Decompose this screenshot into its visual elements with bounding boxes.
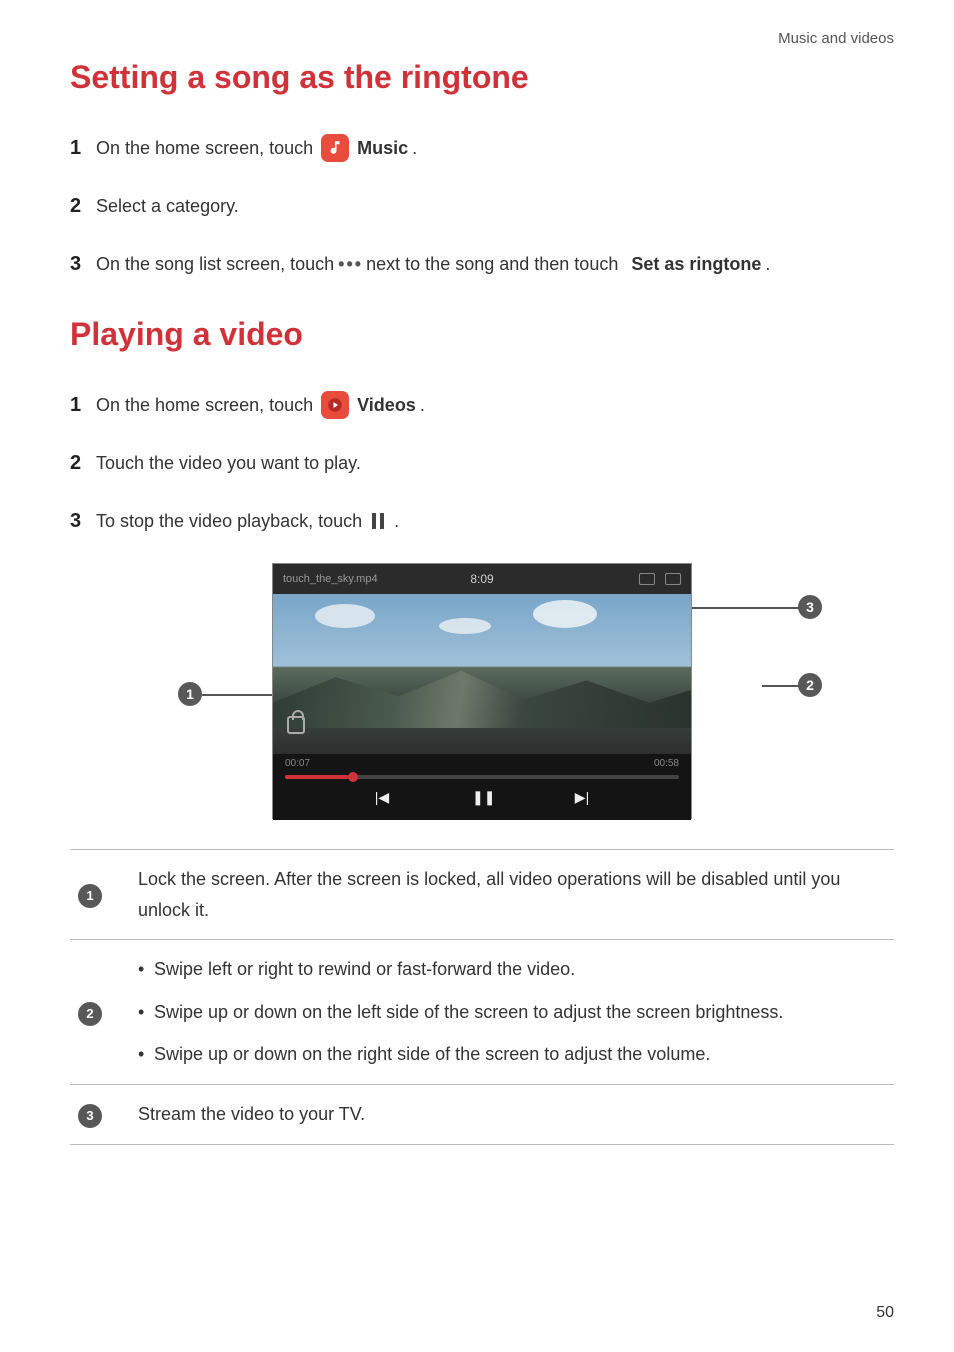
step-item: 1 On the home screen, touch Videos. bbox=[70, 389, 894, 421]
progress-thumb bbox=[348, 772, 358, 782]
step-text-bold: Videos bbox=[357, 391, 416, 420]
previous-icon: |◀ bbox=[372, 789, 392, 806]
bullet-item: Swipe up or down on the right side of th… bbox=[138, 1039, 886, 1070]
video-player-illustration: 1 2 3 touch_the_sky.mp4 8:09 00:07 00 bbox=[202, 563, 762, 819]
step-text-tail: . bbox=[765, 250, 770, 279]
row-badge-2: 2 bbox=[78, 1002, 102, 1026]
time-elapsed: 00:07 bbox=[285, 758, 310, 769]
bullet-item: Swipe up or down on the left side of the… bbox=[138, 997, 886, 1028]
callout-line bbox=[682, 607, 802, 609]
pause-icon bbox=[372, 513, 384, 529]
callout-table: 1 Lock the screen. After the screen is l… bbox=[70, 849, 894, 1145]
video-content-area bbox=[273, 594, 691, 754]
step-text-prefix: On the home screen, touch bbox=[96, 391, 313, 420]
step-text-tail: . bbox=[412, 134, 417, 163]
lock-screen-icon bbox=[287, 716, 305, 734]
step-text-tail: . bbox=[394, 507, 399, 536]
progress-fill bbox=[285, 775, 348, 779]
step-text: Touch the video you want to play. bbox=[96, 449, 894, 478]
row-text: Lock the screen. After the screen is loc… bbox=[130, 850, 894, 940]
progress-track bbox=[285, 775, 679, 779]
step-number: 3 bbox=[70, 505, 96, 537]
step-item: 3 On the song list screen, touch ••• nex… bbox=[70, 248, 894, 280]
step-number: 1 bbox=[70, 132, 96, 164]
step-number: 3 bbox=[70, 248, 96, 280]
callout-line bbox=[762, 685, 802, 687]
step-text-prefix: On the home screen, touch bbox=[96, 134, 313, 163]
step-number: 1 bbox=[70, 389, 96, 421]
video-top-bar: touch_the_sky.mp4 8:09 bbox=[273, 564, 691, 594]
music-app-icon bbox=[321, 134, 349, 162]
steps-set-ringtone: 1 On the home screen, touch Music. 2 Sel… bbox=[70, 132, 894, 280]
row-bullets: Swipe left or right to rewind or fast-fo… bbox=[130, 940, 894, 1085]
step-text-prefix: To stop the video playback, touch bbox=[96, 507, 362, 536]
video-frame: touch_the_sky.mp4 8:09 00:07 00:58 bbox=[272, 563, 692, 819]
step-text-prefix: On the song list screen, touch bbox=[96, 250, 334, 279]
step-text-tail: . bbox=[420, 391, 425, 420]
step-item: 2 Select a category. bbox=[70, 190, 894, 222]
cast-icon bbox=[639, 573, 655, 585]
step-item: 3 To stop the video playback, touch . bbox=[70, 505, 894, 537]
heading-set-ringtone: Setting a song as the ringtone bbox=[70, 59, 894, 96]
step-text: Select a category. bbox=[96, 192, 894, 221]
steps-playing-video: 1 On the home screen, touch Videos. 2 To… bbox=[70, 389, 894, 537]
step-number: 2 bbox=[70, 190, 96, 222]
video-title: touch_the_sky.mp4 bbox=[283, 573, 378, 585]
table-row: 2 Swipe left or right to rewind or fast-… bbox=[70, 940, 894, 1085]
table-row: 1 Lock the screen. After the screen is l… bbox=[70, 850, 894, 940]
table-row: 3 Stream the video to your TV. bbox=[70, 1084, 894, 1144]
more-dots-icon: ••• bbox=[338, 250, 362, 279]
heading-playing-video: Playing a video bbox=[70, 316, 894, 353]
video-bottom-bar: 00:07 00:58 |◀ ❚❚ ▶| bbox=[273, 754, 691, 820]
step-item: 2 Touch the video you want to play. bbox=[70, 447, 894, 479]
step-text-bold: Music bbox=[357, 134, 408, 163]
row-text: Stream the video to your TV. bbox=[130, 1084, 894, 1144]
pause-control-icon: ❚❚ bbox=[472, 789, 492, 806]
row-badge-1: 1 bbox=[78, 884, 102, 908]
next-icon: ▶| bbox=[572, 789, 592, 806]
video-clock: 8:09 bbox=[470, 572, 493, 586]
bullet-item: Swipe left or right to rewind or fast-fo… bbox=[138, 954, 886, 985]
row-badge-3: 3 bbox=[78, 1104, 102, 1128]
running-header: Music and videos bbox=[70, 30, 894, 47]
aspect-icon bbox=[665, 573, 681, 585]
page-number: 50 bbox=[876, 1304, 894, 1322]
time-total: 00:58 bbox=[654, 758, 679, 769]
callout-badge-1: 1 bbox=[178, 682, 202, 706]
step-item: 1 On the home screen, touch Music. bbox=[70, 132, 894, 164]
step-number: 2 bbox=[70, 447, 96, 479]
videos-app-icon bbox=[321, 391, 349, 419]
step-text-mid: next to the song and then touch bbox=[366, 250, 618, 279]
step-text-bold: Set as ringtone bbox=[631, 250, 761, 279]
